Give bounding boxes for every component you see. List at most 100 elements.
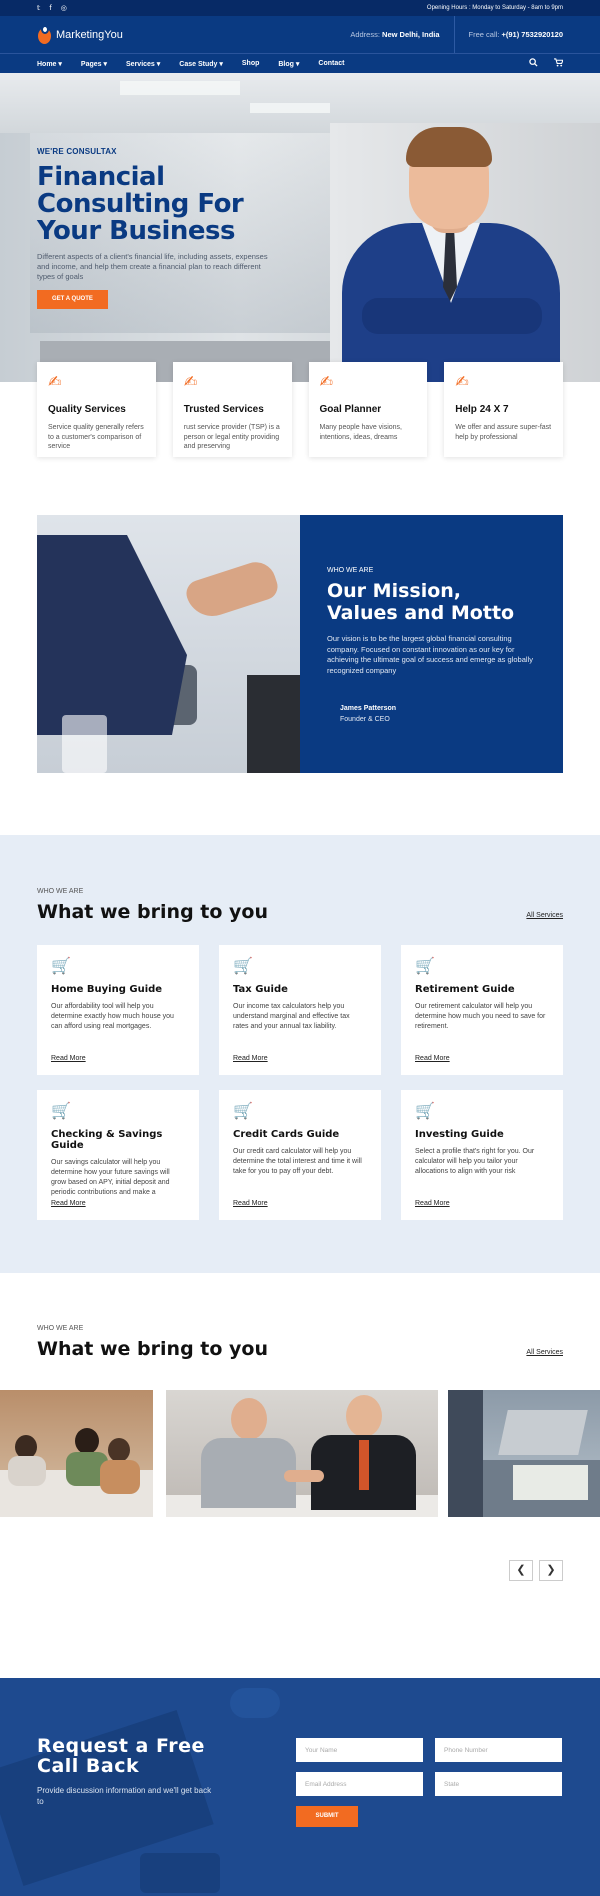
feature-card[interactable]: ✍ Goal Planner Many people have visions,… <box>308 362 428 457</box>
feature-cards: ✍ Quality Services Service quality gener… <box>0 362 600 457</box>
hero-description: Different aspects of a client's financia… <box>37 252 268 281</box>
call-value[interactable]: +(91) 7532920120 <box>501 30 563 39</box>
service-card[interactable]: 🛒 Checking & Savings Guide Our savings c… <box>37 1090 199 1220</box>
handshake-photo <box>37 515 300 773</box>
feature-title: Quality Services <box>48 404 126 415</box>
email-input[interactable] <box>296 1772 423 1796</box>
read-more-link[interactable]: Read More <box>233 1200 268 1207</box>
submit-button[interactable]: SUBMIT <box>296 1806 358 1827</box>
read-more-link[interactable]: Read More <box>51 1055 86 1062</box>
callback-title: Request a Free Call Back <box>37 1736 217 1776</box>
cart-icon: 🛒 <box>233 956 253 975</box>
services-title: What we bring to you <box>37 901 268 923</box>
service-desc: Our income tax calculators help you unde… <box>233 1003 350 1030</box>
callback-title-line2: Call Back <box>37 1755 140 1777</box>
feature-card[interactable]: ✍ Trusted Services rust service provider… <box>172 362 292 457</box>
cart-icon: 🛒 <box>51 956 71 975</box>
handshake-icon: ✍ <box>183 372 198 391</box>
feature-card[interactable]: ✍ Quality Services Service quality gener… <box>37 362 156 457</box>
mission-title: Our Mission, Values and Motto <box>327 580 536 624</box>
logo[interactable]: MarketingYou <box>37 24 123 45</box>
state-input[interactable] <box>435 1772 562 1796</box>
business-handshake-photo[interactable] <box>166 1390 438 1517</box>
callback-title-line1: Request a Free <box>37 1735 205 1757</box>
mission-title-line1: Our Mission, <box>327 580 462 602</box>
carousel-next-button[interactable]: ❯ <box>539 1560 563 1581</box>
service-card[interactable]: 🛒 Credit Cards Guide Our credit card cal… <box>219 1090 381 1220</box>
service-title: Home Buying Guide <box>51 984 163 995</box>
feature-card[interactable]: ✍ Help 24 X 7 We offer and assure super-… <box>444 362 563 457</box>
cart-icon[interactable] <box>554 58 564 69</box>
gallery-eyebrow: WHO WE ARE <box>37 1325 84 1332</box>
main-nav: Home ▾ Pages ▾ Services ▾ Case Study ▾ S… <box>0 53 600 73</box>
services-eyebrow: WHO WE ARE <box>37 888 84 895</box>
top-bar: 𝕥 f ◎ Opening Hours : Monday to Saturday… <box>0 0 600 16</box>
team-meeting-photo[interactable] <box>0 1390 153 1517</box>
read-more-link[interactable]: Read More <box>233 1055 268 1062</box>
phone-input[interactable] <box>435 1738 562 1762</box>
nav-item-shop[interactable]: Shop <box>242 60 260 67</box>
service-title: Investing Guide <box>415 1129 504 1140</box>
cart-icon: 🛒 <box>415 1101 435 1120</box>
social-links: 𝕥 f ◎ <box>37 4 67 12</box>
hero-eyebrow: WE'RE CONSULTAX <box>37 147 117 156</box>
nav-item-contact[interactable]: Contact <box>318 60 344 67</box>
service-card[interactable]: 🛒 Investing Guide Select a profile that'… <box>401 1090 563 1220</box>
feature-title: Trusted Services <box>183 404 264 415</box>
feature-desc: We offer and assure super-fast help by p… <box>455 424 552 441</box>
get-quote-button[interactable]: GET A QUOTE <box>37 290 108 309</box>
feature-desc: rust service provider (TSP) is a person … <box>183 424 280 450</box>
read-more-link[interactable]: Read More <box>415 1200 450 1207</box>
gallery-title: What we bring to you <box>37 1338 268 1360</box>
cart-icon: 🛒 <box>415 956 435 975</box>
service-card[interactable]: 🛒 Retirement Guide Our retirement calcul… <box>401 945 563 1075</box>
laptop-work-photo[interactable] <box>448 1390 600 1517</box>
address-value: New Delhi, India <box>382 30 440 39</box>
nav-item-home[interactable]: Home ▾ <box>37 60 62 68</box>
nav-item-blog[interactable]: Blog ▾ <box>278 60 299 68</box>
all-services-link[interactable]: All Services <box>526 912 563 923</box>
gallery-all-services-link[interactable]: All Services <box>526 1349 563 1360</box>
service-desc: Select a profile that's right for you. O… <box>415 1148 535 1175</box>
instagram-icon[interactable]: ◎ <box>61 4 67 12</box>
services-section: WHO WE ARE What we bring to you All Serv… <box>0 835 600 1273</box>
read-more-link[interactable]: Read More <box>51 1200 86 1207</box>
logo-icon <box>37 24 52 45</box>
ceo-name: James Patterson <box>340 705 397 712</box>
hero-person-image <box>342 127 560 382</box>
address-label: Address: <box>350 30 380 39</box>
nav-item-services[interactable]: Services ▾ <box>126 60 160 68</box>
call-label: Free call: <box>468 30 500 39</box>
cart-icon: 🛒 <box>51 1101 71 1120</box>
name-input[interactable] <box>296 1738 423 1762</box>
photo-carousel <box>0 1390 600 1517</box>
feature-desc: Many people have visions, intentions, id… <box>319 424 403 441</box>
handshake-icon: ✍ <box>48 372 62 391</box>
twitter-icon[interactable]: 𝕥 <box>37 4 40 12</box>
service-card[interactable]: 🛒 Tax Guide Our income tax calculators h… <box>219 945 381 1075</box>
feature-title: Goal Planner <box>319 404 382 415</box>
service-desc: Our savings calculator will help you det… <box>51 1159 170 1196</box>
carousel-prev-button[interactable]: ❮ <box>509 1560 533 1581</box>
callback-form: SUBMIT <box>296 1738 563 1827</box>
ceo-role: Founder & CEO <box>340 716 390 723</box>
opening-hours: Opening Hours : Monday to Saturday - 8am… <box>426 5 563 11</box>
handshake-icon: ✍ <box>319 372 333 391</box>
handshake-icon: ✍ <box>455 372 469 391</box>
header-contact-info: Address: New Delhi, India Free call: +(9… <box>350 16 563 53</box>
service-desc: Our affordability tool will help you det… <box>51 1003 174 1030</box>
nav-item-pages[interactable]: Pages ▾ <box>81 60 107 68</box>
mission-section: WHO WE ARE Our Mission, Values and Motto… <box>0 452 600 835</box>
read-more-link[interactable]: Read More <box>415 1055 450 1062</box>
mission-panel: WHO WE ARE Our Mission, Values and Motto… <box>300 515 563 773</box>
header-divider <box>453 16 455 53</box>
brand-name: MarketingYou <box>56 28 123 41</box>
nav-item-case-study[interactable]: Case Study ▾ <box>179 60 223 68</box>
service-card[interactable]: 🛒 Home Buying Guide Our affordability to… <box>37 945 199 1075</box>
service-title: Retirement Guide <box>415 984 515 995</box>
search-icon[interactable] <box>529 58 538 69</box>
facebook-icon[interactable]: f <box>49 4 51 12</box>
mission-description: Our vision is to be the largest global f… <box>327 634 533 675</box>
hero-title: Financial Consulting For Your Business <box>37 162 244 246</box>
callback-section: Request a Free Call Back Provide discuss… <box>0 1678 600 1896</box>
